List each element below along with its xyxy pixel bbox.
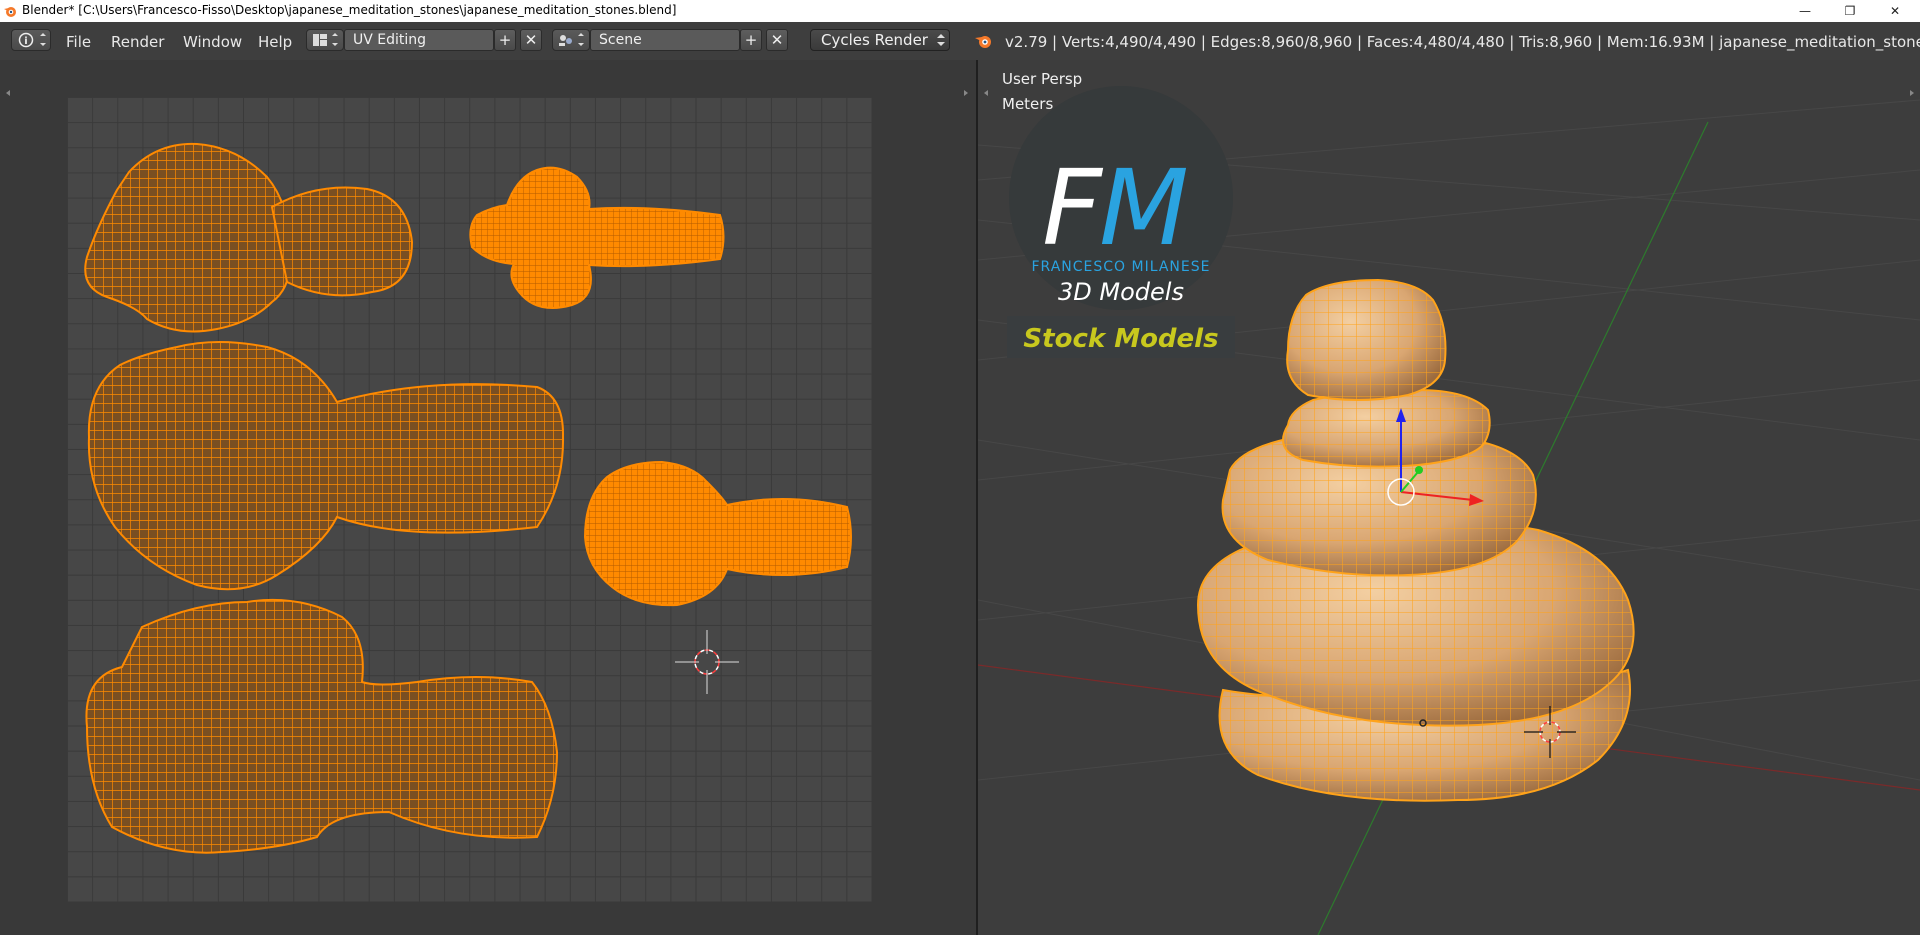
screen-layout-browse[interactable]: [306, 29, 344, 51]
add-scene-button[interactable]: +: [740, 29, 762, 51]
uv-image-editor[interactable]: [0, 60, 976, 935]
menu-file[interactable]: File: [66, 33, 91, 51]
maximize-button[interactable]: ❐: [1827, 0, 1873, 22]
render-engine-dropdown[interactable]: Cycles Render: [810, 29, 950, 51]
screen-layout-field[interactable]: UV Editing: [344, 29, 494, 51]
remove-scene-button[interactable]: ✕: [766, 29, 788, 51]
uv-2d-cursor[interactable]: [675, 630, 739, 694]
logo-monogram-m: M: [1099, 147, 1189, 269]
scene-field[interactable]: Scene: [590, 29, 740, 51]
region-toggle-right-icon[interactable]: [960, 88, 970, 98]
uv-island[interactable]: [85, 598, 559, 854]
viewport-scene[interactable]: F M FRANCESCO MILANESE 3D Models Stock M…: [978, 60, 1920, 935]
close-window-button[interactable]: ✕: [1872, 0, 1918, 22]
units-label: Meters: [1002, 95, 1054, 113]
uv-grid[interactable]: [67, 97, 872, 902]
window-title: Blender* [C:\Users\Francesco-Fisso\Deskt…: [22, 3, 677, 17]
scene-browse[interactable]: [552, 29, 590, 51]
menu-help[interactable]: Help: [258, 33, 292, 51]
layout-icon: [313, 33, 338, 46]
chevron-updown-icon: [937, 34, 945, 46]
scene-statistics: v2.79 | Verts:4,490/4,490 | Edges:8,960/…: [1005, 33, 1920, 51]
info-icon: i: [18, 32, 46, 48]
menu-render[interactable]: Render: [111, 33, 164, 51]
render-engine-label: Cycles Render: [821, 31, 928, 49]
editor-type-selector[interactable]: i: [11, 29, 51, 51]
fm-logo: F M FRANCESCO MILANESE 3D Models Stock M…: [1007, 86, 1235, 358]
logo-monogram-f: F: [1042, 147, 1104, 269]
svg-text:i: i: [24, 36, 27, 47]
add-screen-layout-button[interactable]: +: [494, 29, 516, 51]
scene-icon: [559, 33, 584, 46]
info-header: i File Render Window Help UV Editing + ✕…: [0, 22, 1920, 61]
window-titlebar: Blender* [C:\Users\Francesco-Fisso\Deskt…: [0, 0, 1920, 22]
logo-tagline: 3D Models: [1058, 278, 1184, 306]
mesh-stone-2[interactable]: [1282, 388, 1491, 468]
logo-banner: Stock Models: [1023, 324, 1218, 354]
minimize-button[interactable]: —: [1782, 0, 1828, 22]
remove-screen-layout-button[interactable]: ✕: [520, 29, 542, 51]
uv-island[interactable]: [469, 166, 725, 309]
uv-island[interactable]: [87, 341, 565, 591]
menu-window[interactable]: Window: [183, 33, 242, 51]
3d-viewport[interactable]: F M FRANCESCO MILANESE 3D Models Stock M…: [978, 60, 1920, 935]
logo-brand: FRANCESCO MILANESE: [1032, 259, 1211, 275]
region-toggle-left-icon[interactable]: [4, 88, 14, 98]
uv-island[interactable]: [583, 460, 852, 607]
view-label: User Persp: [1002, 70, 1083, 88]
blender-app-icon: [4, 7, 16, 17]
uv-island[interactable]: [84, 142, 414, 333]
blender-logo-icon: [975, 36, 991, 48]
mesh-stone-1[interactable]: [1286, 278, 1447, 401]
uv-islands[interactable]: [67, 97, 872, 902]
